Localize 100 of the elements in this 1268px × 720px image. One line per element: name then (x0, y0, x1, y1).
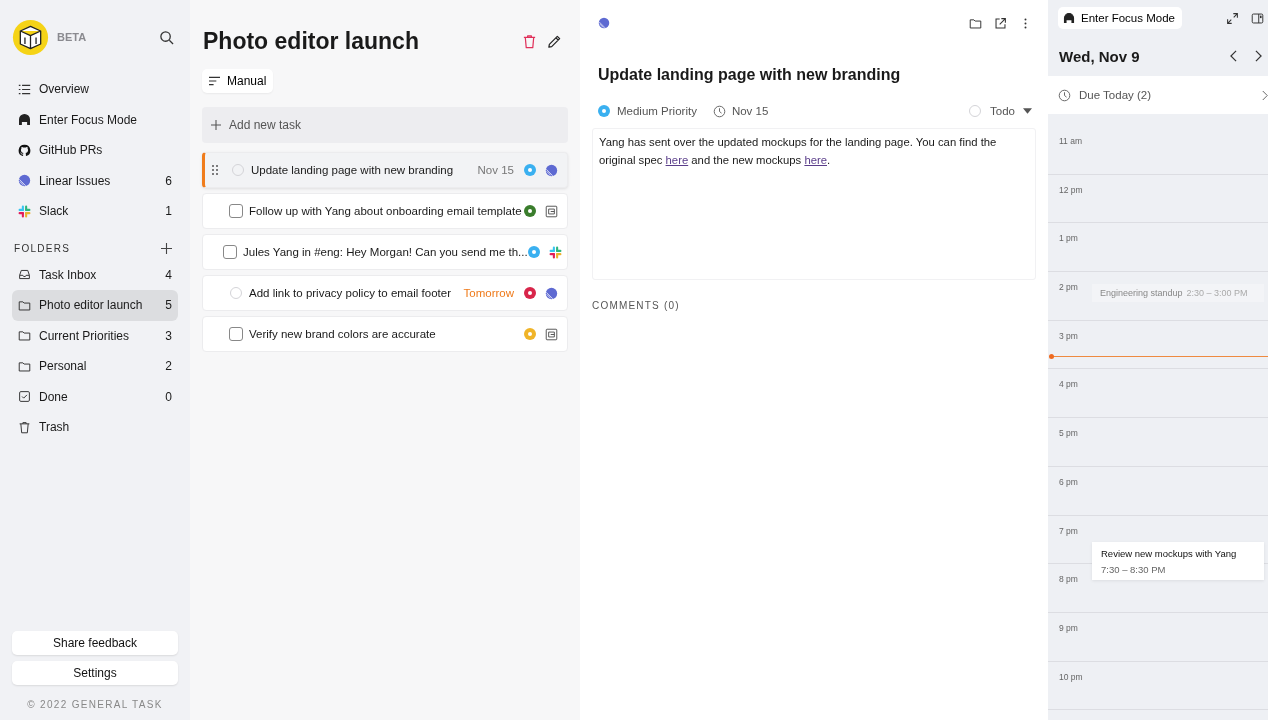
search-icon[interactable] (159, 29, 174, 45)
chevron-right-icon (1262, 89, 1268, 101)
sidebar-item[interactable]: GitHub PRs (12, 135, 178, 166)
task-title: Add link to privacy policy to email footer (249, 287, 452, 299)
sidebar-item[interactable]: Task Inbox 4 (12, 259, 178, 290)
sidebar-item[interactable]: Personal 2 (12, 351, 178, 382)
sidebar-toggle-icon[interactable] (1251, 11, 1264, 25)
hour-label: 4 pm (1059, 379, 1078, 390)
slack-icon (548, 245, 562, 259)
sidebar-item[interactable]: Current Priorities 3 (12, 320, 178, 351)
due-date: Tomorrow (463, 287, 514, 299)
description-box[interactable]: Yang has sent over the updated mockups for the landing page. You can find the original spec here and the new mockups here. (592, 128, 1036, 280)
sidebar-item[interactable]: Photo editor launch 5 (12, 290, 178, 321)
caret-icon (1023, 108, 1032, 114)
sidebar-button[interactable]: Share feedback (12, 631, 178, 655)
calendar-date: Wed, Nov 9 (1059, 47, 1140, 65)
checkbox[interactable] (223, 245, 237, 259)
link[interactable]: here (804, 154, 827, 166)
due-today-label: Due Today (2) (1079, 89, 1152, 101)
event-title: Engineering standup (1100, 288, 1183, 299)
expand-icon[interactable] (1226, 11, 1239, 25)
description-text: Yang has sent over the updated mockups for the landing page. You can find the original spec here and the new mockups here. (599, 135, 998, 168)
headphones-icon (1063, 12, 1075, 24)
task-title: Jules Yang in #eng: Hey Morgan! Can you send me th... (243, 246, 528, 258)
checkbox[interactable] (229, 204, 243, 218)
link[interactable]: here (665, 154, 689, 166)
folder-icon (18, 329, 31, 343)
clock-icon (712, 104, 726, 118)
sidebar-item[interactable]: Trash (12, 412, 178, 443)
sidebar-item[interactable]: Slack 1 (12, 196, 178, 227)
next-day-icon[interactable] (1255, 50, 1262, 62)
inbox-icon (18, 268, 31, 282)
slack-icon (18, 204, 31, 218)
linear-icon (545, 163, 558, 177)
task-row[interactable]: Add link to privacy policy to email footer Tomorrow (202, 275, 568, 311)
list-icon (18, 82, 31, 96)
task-detail-title: Update landing page with new branding (598, 66, 902, 84)
hour-label: 7 pm (1059, 525, 1078, 536)
task-title: Follow up with Yang about onboarding email template (249, 205, 523, 217)
task-row[interactable]: Jules Yang in #eng: Hey Morgan! Can you send me th... (202, 234, 568, 270)
hour-label: 10 pm (1059, 671, 1083, 682)
folder-icon[interactable] (969, 16, 982, 30)
hour-label: 1 pm (1059, 233, 1078, 244)
calendar-event[interactable]: Review new mockups with Yang 7:30 – 8:30 PM (1092, 541, 1264, 580)
hour-label: 2 pm (1059, 282, 1078, 293)
priority-label[interactable]: Medium Priority (617, 105, 697, 117)
copyright-text: © 2022 GENERAL TASK (26, 699, 164, 710)
sidebar-item[interactable]: Enter Focus Mode (12, 104, 178, 135)
hour-label: 11 am (1059, 136, 1082, 146)
trash-icon[interactable] (522, 33, 537, 49)
previous-day-icon[interactable] (1230, 50, 1237, 62)
logo-icon (12, 18, 49, 56)
linear-icon (598, 17, 610, 29)
external-link-icon[interactable] (994, 16, 1007, 30)
headphones-icon (18, 113, 31, 127)
clock-icon (1058, 88, 1071, 102)
hour-label: 9 pm (1059, 622, 1078, 633)
github-icon (18, 143, 31, 157)
sidebar-button[interactable]: Settings (12, 661, 178, 685)
pencil-icon[interactable] (547, 33, 562, 49)
document-icon (545, 327, 558, 341)
event-time: 7:30 – 8:30 PM (1101, 563, 1167, 575)
drag-handle-icon[interactable] (212, 165, 218, 175)
hour-label: 3 pm (1059, 330, 1078, 341)
comments-heading: COMMENTS (0) (592, 300, 681, 311)
sort-button[interactable]: Manual (202, 69, 274, 93)
hour-label: 5 pm (1059, 428, 1078, 439)
add-task-field[interactable]: Add new task (202, 107, 568, 143)
event-time: 2:30 – 3:00 PM (1186, 288, 1248, 299)
due-today-row[interactable]: Due Today (2) (1048, 76, 1268, 114)
task-row[interactable]: Verify new brand colors are accurate (202, 316, 568, 352)
due-date[interactable]: Nov 15 (731, 105, 769, 117)
linear-icon (545, 286, 558, 300)
due-date: Nov 15 (477, 164, 514, 176)
task-row[interactable]: Update landing page with new branding Nov 15 (202, 152, 568, 188)
sort-icon (209, 76, 220, 86)
plus-icon (211, 120, 221, 130)
folder-icon (18, 298, 31, 312)
sidebar-item[interactable]: Overview (12, 74, 178, 105)
task-title: Update landing page with new branding (251, 164, 455, 176)
beta-label: BETA (57, 31, 88, 43)
task-title: Verify new brand colors are accurate (249, 328, 437, 340)
trash-icon (18, 420, 31, 434)
hour-label: 12 pm (1059, 184, 1083, 195)
add-folder-icon[interactable] (161, 242, 172, 254)
focus-mode-button[interactable]: Enter Focus Mode (1058, 7, 1182, 29)
sidebar-item[interactable]: Done 0 (12, 381, 178, 412)
folders-heading: FOLDERS (14, 242, 71, 254)
status-dropdown[interactable]: Todo (982, 105, 1032, 117)
sidebar-item[interactable]: Linear Issues 6 (12, 165, 178, 196)
hour-label: 8 pm (1059, 574, 1078, 585)
event-title: Review new mockups with Yang (1101, 546, 1238, 559)
document-icon (545, 204, 558, 218)
done-icon (18, 390, 31, 404)
checkbox[interactable] (229, 327, 243, 341)
folder-icon (18, 359, 31, 373)
linear-icon (18, 174, 31, 188)
task-row[interactable]: Follow up with Yang about onboarding email template (202, 193, 568, 229)
folder-title: Photo editor launch (202, 27, 420, 55)
hour-label: 6 pm (1059, 476, 1078, 487)
